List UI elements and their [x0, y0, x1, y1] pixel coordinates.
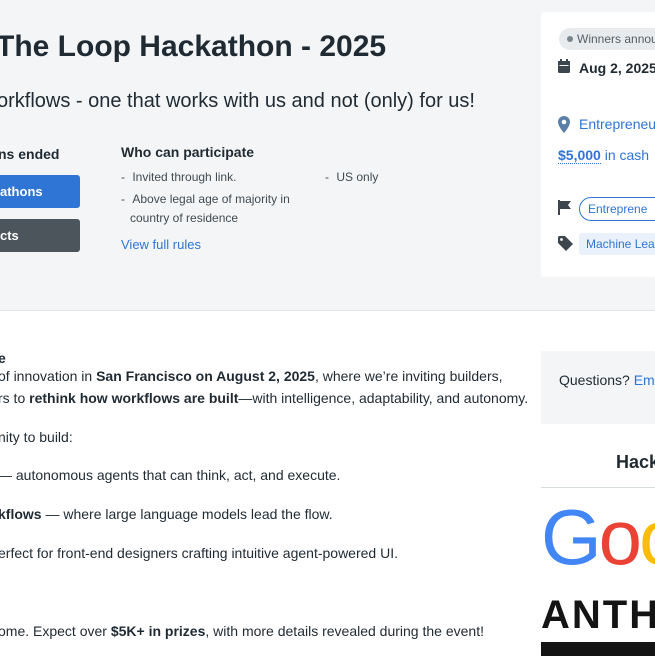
list-item: erfect for front-end designers crafting … [0, 545, 398, 561]
page-title: The Loop Hackathon - 2025 [0, 30, 387, 63]
event-date: Aug 2, 2025 [579, 60, 655, 76]
anthropic-logo: ANTH [541, 593, 655, 637]
requirement-item-continued: country of residence [130, 211, 239, 225]
questions-line: Questions? Ema [559, 372, 655, 388]
list-item: — autonomous agents that can think, act,… [0, 467, 341, 483]
google-logo: Goo [541, 493, 655, 581]
page-tagline: orkflows - one that works with us and no… [0, 90, 475, 112]
prize-amount: $5,000 in cash [558, 147, 650, 164]
prize-value: $5,000 [558, 147, 601, 164]
requirement-item: - Above legal age of majority in [121, 192, 290, 206]
body-paragraph-line: nity to build: [0, 429, 73, 445]
flag-icon [558, 200, 571, 215]
questions-label: Questions? [559, 372, 630, 388]
technology-tag[interactable]: Machine Lea [579, 233, 655, 255]
requirement-item: - Invited through link. [121, 170, 237, 184]
status-text: ns ended [0, 146, 60, 162]
view-full-rules-link[interactable]: View full rules [121, 237, 201, 252]
view-projects-button[interactable]: cts [0, 219, 80, 252]
status-dot [567, 36, 573, 42]
location-link[interactable]: Entrepreneu [579, 116, 655, 132]
theme-tag[interactable]: Entreprene [579, 197, 655, 221]
calendar-icon [558, 59, 570, 73]
requirement-item: - US only [325, 170, 379, 184]
view-hackathons-button[interactable]: athons [0, 175, 80, 208]
sponsors-heading: Hack [616, 452, 655, 472]
status-pill-label: Winners annou [577, 32, 655, 46]
who-can-participate-heading: Who can participate [121, 144, 255, 160]
body-paragraph-line: rs to rethink how workflows are built—wi… [0, 390, 529, 406]
theme-tag-label: Entreprene [588, 202, 648, 216]
technology-tag-label: Machine Lea [586, 237, 655, 251]
list-item: kflows — where large language models lea… [0, 506, 333, 522]
email-link[interactable]: Ema [634, 372, 655, 388]
body-paragraph-line: of innovation in San Francisco on August… [0, 368, 503, 384]
divider [541, 487, 655, 488]
button-label: athons [0, 184, 43, 199]
status-pill: Winners annou [559, 28, 655, 50]
body-paragraph-line: ome. Expect over $5K+ in prizes, with mo… [0, 623, 484, 639]
sponsor-logo-partial [541, 642, 655, 656]
button-label: cts [0, 228, 19, 243]
section-heading: e [0, 350, 6, 366]
prize-suffix: in cash [604, 147, 650, 163]
tag-icon [558, 236, 573, 251]
location-pin-icon [558, 116, 570, 133]
